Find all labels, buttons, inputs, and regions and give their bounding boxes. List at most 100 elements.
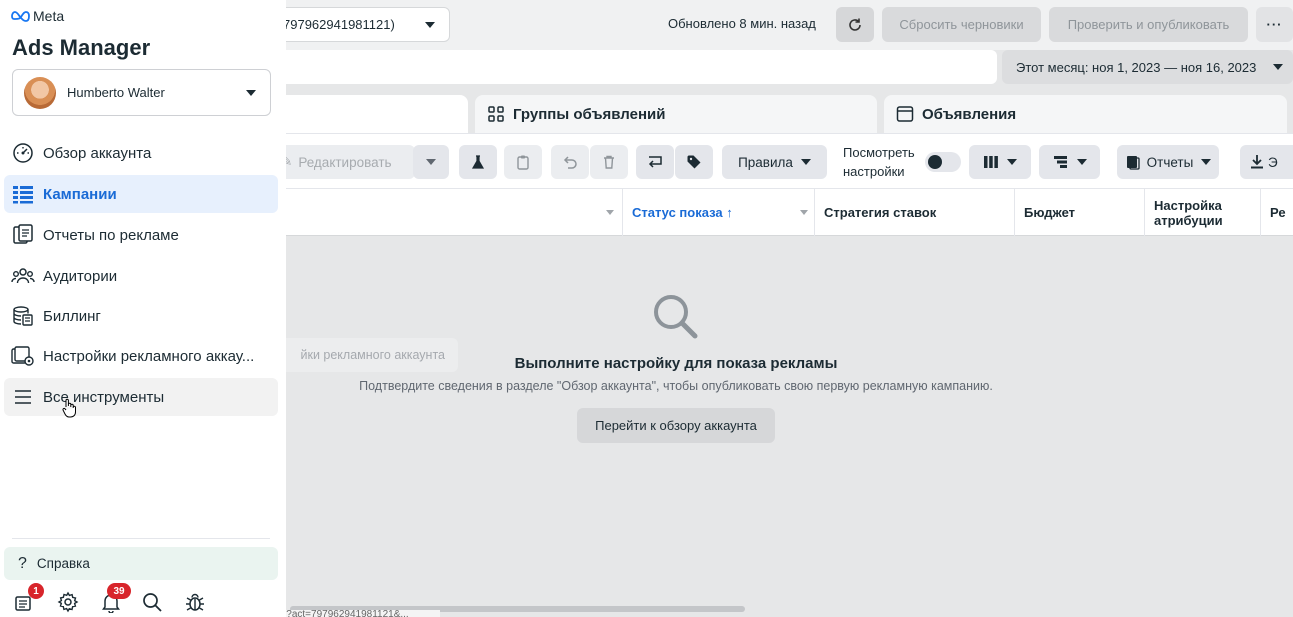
column-header-label: Бюджет — [1024, 205, 1075, 220]
move-icon — [648, 156, 662, 168]
column-header-label: Статус показа ↑ — [632, 205, 733, 220]
notifications-button[interactable]: 1 — [13, 583, 44, 614]
tab-campaigns[interactable] — [270, 95, 468, 133]
sidebar-item-label: Аудитории — [43, 267, 118, 285]
undo-button[interactable] — [551, 145, 589, 179]
bug-icon — [186, 593, 204, 611]
grid-table-icon — [11, 182, 35, 206]
question-mark-icon: ? — [18, 554, 27, 572]
search-filter-bar[interactable] — [270, 50, 997, 84]
export-button[interactable]: Э — [1240, 145, 1293, 179]
sidebar-item-account-overview[interactable]: Обзор аккаунта — [4, 134, 278, 172]
tag-button[interactable] — [675, 145, 713, 179]
meta-infinity-icon — [11, 11, 30, 22]
delete-button[interactable] — [590, 145, 628, 179]
chevron-down-icon — [1201, 159, 1212, 165]
column-header-name[interactable] — [270, 189, 623, 236]
alerts-badge: 39 — [107, 583, 131, 599]
ad-window-icon — [896, 106, 914, 122]
notifications-badge: 1 — [28, 583, 44, 599]
edit-label: Редактировать — [298, 154, 392, 170]
ad-account-id: 797962941981121) — [283, 17, 395, 32]
breakdown-dropdown[interactable] — [1039, 145, 1100, 179]
columns-dropdown[interactable] — [969, 145, 1031, 179]
sidebar-item-campaigns[interactable]: Кампании — [4, 175, 278, 213]
edit-button[interactable]: ✎ Редактировать — [275, 145, 415, 179]
meta-logo: Meta — [11, 8, 64, 24]
search-icon — [654, 295, 698, 339]
tab-ad-sets[interactable]: Группы объявлений — [475, 95, 877, 133]
refresh-icon — [849, 18, 861, 31]
sidebar-item-ad-account-settings[interactable]: Настройки рекламного аккау... — [4, 337, 278, 375]
column-header-budget[interactable]: Бюджет — [1015, 189, 1145, 236]
search-button[interactable] — [140, 590, 164, 614]
column-header-label: Настройка атрибуции — [1154, 197, 1223, 228]
chevron-down-icon — [1007, 159, 1017, 165]
clipboard-icon — [517, 155, 529, 170]
app-title: Ads Manager — [12, 35, 151, 60]
sidebar-item-ad-reports[interactable]: Отчеты по рекламе — [4, 216, 278, 254]
tag-icon — [687, 155, 701, 169]
reports-label: Отчеты — [1146, 154, 1194, 170]
duplicate-button[interactable] — [504, 145, 542, 179]
column-header-bid-strategy[interactable]: Стратегия ставок — [815, 189, 1015, 236]
more-options-button[interactable]: ··· — [1256, 7, 1293, 42]
ad-sets-grid-icon — [488, 106, 504, 122]
export-label: Э — [1268, 154, 1278, 170]
columns-icon — [984, 156, 998, 168]
go-to-account-overview-button[interactable]: Перейти к обзору аккаунта — [577, 408, 775, 443]
reset-drafts-button[interactable]: Сбросить черновики — [882, 7, 1041, 42]
view-settings-toggle[interactable] — [925, 152, 961, 172]
sort-caret-icon — [606, 210, 614, 215]
sidebar-divider — [12, 538, 270, 539]
hamburger-icon — [11, 385, 35, 409]
audience-icon — [11, 264, 35, 288]
column-header-delivery-status[interactable]: Статус показа ↑ — [623, 189, 815, 236]
report-doc-icon — [1126, 156, 1140, 170]
gear-icon — [57, 591, 79, 613]
rules-dropdown[interactable]: Правила — [722, 145, 827, 179]
sidebar-item-label: Биллинг — [43, 307, 101, 325]
tab-ads-label: Объявления — [922, 105, 1017, 123]
ad-account-selector[interactable]: 797962941981121) — [270, 7, 450, 42]
help-label: Справка — [36, 556, 90, 571]
gauge-icon — [11, 141, 35, 165]
settings-button[interactable] — [56, 590, 80, 614]
flask-icon — [471, 155, 485, 169]
campaign-toolbar: ✎ Редактировать Правила Посмотреть настр… — [270, 133, 1293, 188]
move-button[interactable] — [636, 145, 674, 179]
date-range-picker[interactable]: Этот месяц: ноя 1, 2023 — ноя 16, 2023 — [1002, 50, 1293, 84]
account-switcher[interactable]: Humberto Walter — [12, 69, 271, 116]
reports-dropdown[interactable]: Отчеты — [1117, 145, 1219, 179]
tab-ads[interactable]: Объявления — [884, 95, 1287, 133]
chevron-down-icon — [1273, 64, 1283, 70]
chevron-down-icon — [1076, 159, 1087, 165]
sidebar: Meta Ads Manager Humberto Walter Обзор а… — [0, 0, 286, 617]
sidebar-item-billing[interactable]: Биллинг — [4, 297, 278, 335]
alerts-button[interactable]: 39 — [99, 583, 131, 614]
column-header-attribution[interactable]: Настройка атрибуции — [1145, 189, 1261, 236]
undo-icon — [563, 156, 577, 169]
download-icon — [1251, 155, 1263, 169]
chevron-down-icon — [800, 159, 811, 165]
account-name: Humberto Walter — [67, 85, 165, 100]
table-header: Статус показа ↑ Стратегия ставок Бюджет … — [270, 188, 1293, 236]
sidebar-item-all-tools[interactable]: Все инструменты — [4, 378, 278, 416]
report-bug-button[interactable] — [183, 590, 207, 614]
ab-test-button[interactable] — [459, 145, 497, 179]
refresh-button[interactable] — [836, 7, 874, 42]
tab-ad-sets-label: Группы объявлений — [513, 105, 666, 123]
help-button[interactable]: ? Справка — [4, 547, 278, 580]
view-settings-line-2: настройки — [843, 164, 905, 179]
sidebar-item-audiences[interactable]: Аудитории — [4, 257, 278, 295]
account-settings-icon — [11, 344, 35, 368]
meta-brand-text: Meta — [33, 8, 65, 24]
sidebar-item-label: Отчеты по рекламе — [43, 226, 179, 244]
chevron-down-icon — [426, 159, 436, 165]
edit-dropdown-button[interactable] — [413, 145, 449, 179]
avatar — [24, 76, 56, 109]
chevron-down-icon — [425, 22, 435, 28]
breakdown-icon — [1053, 156, 1067, 168]
column-header-results[interactable]: Ре — [1261, 189, 1293, 236]
review-publish-button[interactable]: Проверить и опубликовать — [1049, 7, 1248, 42]
